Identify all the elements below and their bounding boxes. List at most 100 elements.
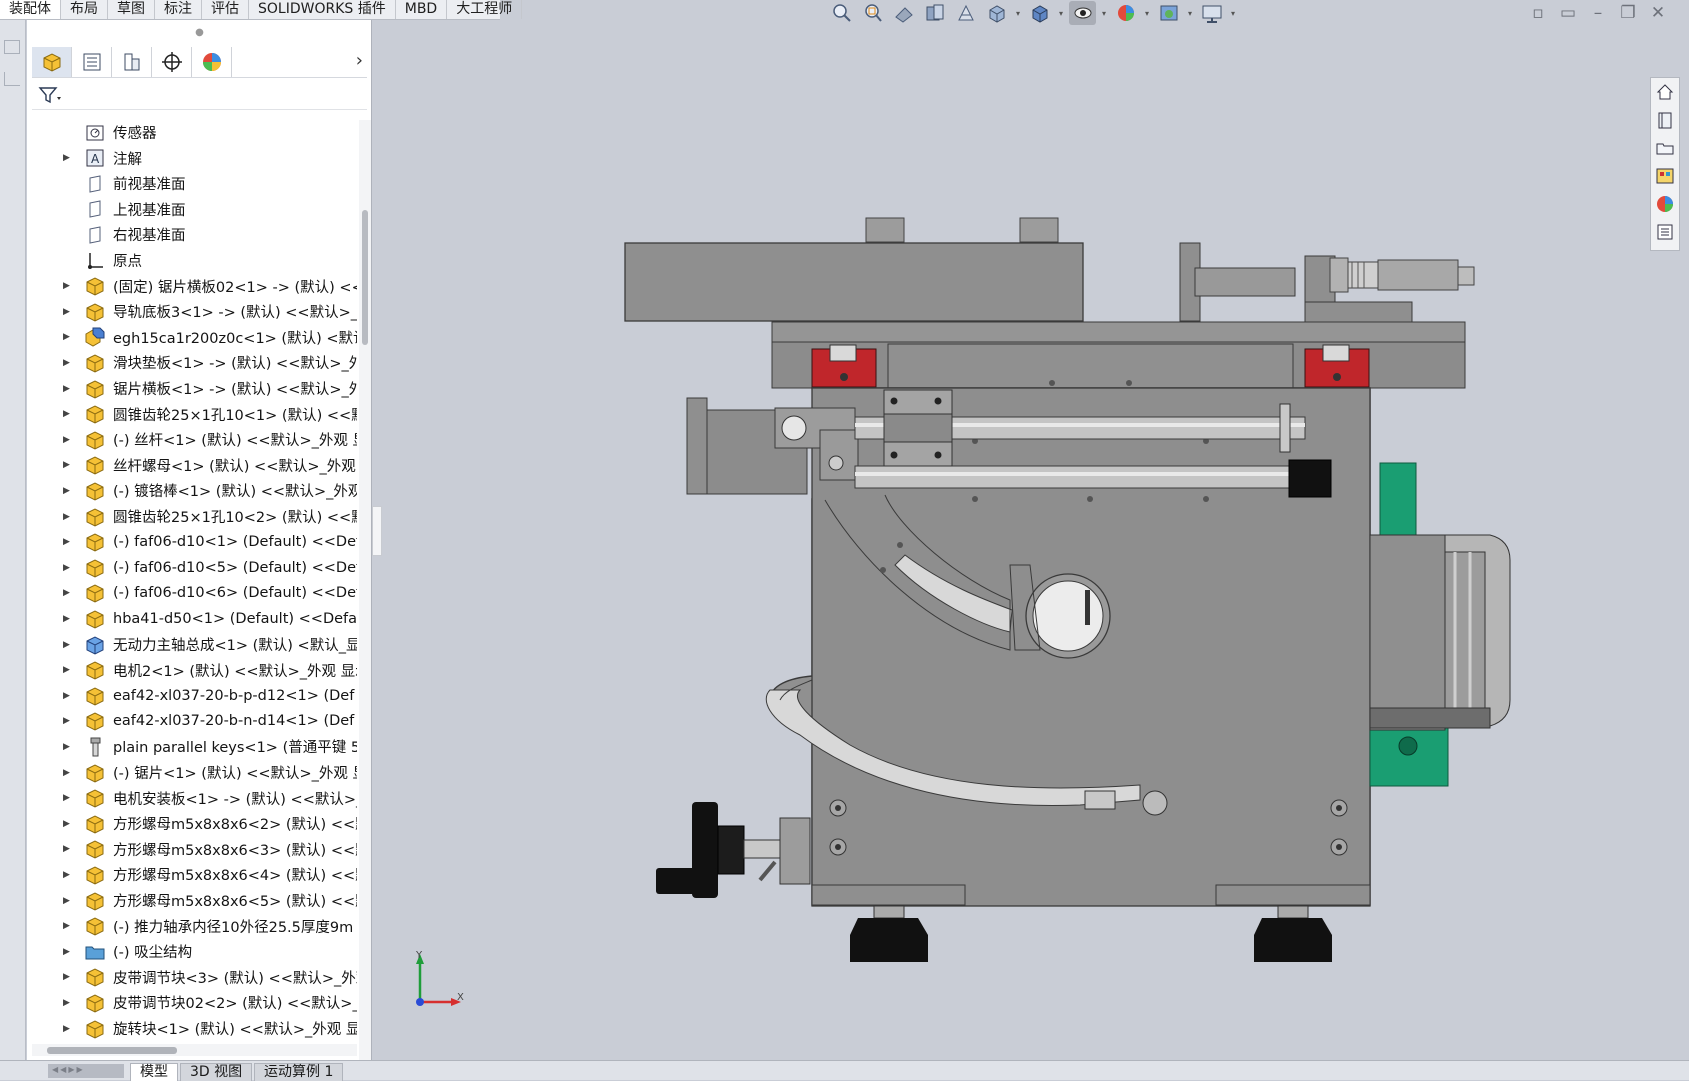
expand-arrow-icon[interactable]: ▶ xyxy=(63,665,73,675)
ribbon-tab[interactable]: 标注 xyxy=(155,0,202,19)
featuremanager-tree-icon[interactable] xyxy=(32,46,72,77)
section-view-icon[interactable] xyxy=(921,1,948,25)
tree-horizontal-scrollbar[interactable] xyxy=(32,1044,357,1056)
pane-collapse-handle[interactable] xyxy=(372,506,382,556)
expand-arrow-icon[interactable]: ▶ xyxy=(63,153,73,163)
tree-item[interactable]: ▶ egh15ca1r200z0c<1> (默认) <默认 xyxy=(27,325,359,350)
expand-arrow-icon[interactable]: ▶ xyxy=(63,537,73,547)
tree-item[interactable]: 右视基准面 xyxy=(27,222,359,247)
chevron-down-icon[interactable]: ▾ xyxy=(1014,1,1022,25)
expand-arrow-icon[interactable]: ▶ xyxy=(63,563,73,573)
expand-arrow-icon[interactable]: ▶ xyxy=(63,768,73,778)
ribbon-tab[interactable]: MBD xyxy=(396,0,448,19)
property-manager-icon[interactable] xyxy=(72,46,112,77)
expand-arrow-icon[interactable]: ▶ xyxy=(63,460,73,470)
tree-item[interactable]: ▶ 方形螺母m5x8x8x6<5> (默认) <<默 xyxy=(27,888,359,913)
bottom-tab[interactable]: 运动算例 1 xyxy=(254,1063,344,1081)
tree-item[interactable]: ▶ (-) faf06-d10<6> (Default) <<Defa xyxy=(27,581,359,606)
bottom-tab[interactable]: 模型 xyxy=(130,1063,178,1081)
tree-item[interactable]: 前视基准面 xyxy=(27,171,359,196)
tree-item[interactable]: 原点 xyxy=(27,248,359,273)
apply-scene-icon[interactable] xyxy=(1155,1,1182,25)
tree-item[interactable]: ▶ 丝杆螺母<1> (默认) <<默认>_外观 显 xyxy=(27,453,359,478)
ribbon-tab[interactable]: 草图 xyxy=(108,0,155,19)
tree-item[interactable]: ▶ 导轨底板3<1> -> (默认) <<默认>_外 xyxy=(27,299,359,324)
close-icon[interactable]: ✕ xyxy=(1644,2,1672,24)
tree-item[interactable]: ▶ 方形螺母m5x8x8x6<4> (默认) <<默 xyxy=(27,862,359,887)
file-explorer-icon[interactable] xyxy=(1651,134,1679,162)
assembly-model[interactable] xyxy=(383,26,1650,1060)
graphics-viewport[interactable] xyxy=(383,26,1650,1060)
tab-scroll-arrows[interactable]: ◀ ◀ ▶ ▶ xyxy=(48,1064,124,1078)
minimize-icon[interactable]: – xyxy=(1584,2,1612,24)
expand-arrow-icon[interactable]: ▶ xyxy=(63,870,73,880)
tree-item[interactable]: ▶ 电机2<1> (默认) <<默认>_外观 显示 xyxy=(27,658,359,683)
tree-item[interactable]: ▶ 方形螺母m5x8x8x6<3> (默认) <<默 xyxy=(27,837,359,862)
tree-item[interactable]: ▶ 皮带调节块02<2> (默认) <<默认>_ xyxy=(27,990,359,1015)
expand-arrow-icon[interactable]: ▶ xyxy=(63,486,73,496)
tree-item[interactable]: ▶ (-) faf06-d10<5> (Default) <<Defa xyxy=(27,555,359,580)
dock-icon[interactable] xyxy=(4,40,20,54)
chevron-down-icon[interactable]: ▾ xyxy=(1100,1,1108,25)
ribbon-tab[interactable]: 装配体 xyxy=(0,0,61,19)
tree-item[interactable]: ▶ 锯片横板<1> -> (默认) <<默认>_外 xyxy=(27,376,359,401)
tree-item[interactable]: ▶ hba41-d50<1> (Default) <<Defau xyxy=(27,606,359,631)
tree-item[interactable]: ▶ (-) 推力轴承内径10外径25.5厚度9m xyxy=(27,914,359,939)
expand-arrow-icon[interactable]: ▶ xyxy=(63,358,73,368)
chevron-down-icon[interactable]: ▾ xyxy=(1229,1,1237,25)
tree-item[interactable]: ▶ 圆锥齿轮25×1孔10<1> (默认) <<默 xyxy=(27,402,359,427)
expand-arrow-icon[interactable]: ▶ xyxy=(63,947,73,957)
chevron-down-icon[interactable]: ▾ xyxy=(1057,1,1065,25)
tree-item[interactable]: ▶ (固定) 锯片横板02<1> -> (默认) << xyxy=(27,274,359,299)
view-settings-icon[interactable] xyxy=(1198,1,1225,25)
expand-arrow-icon[interactable]: ▶ xyxy=(63,409,73,419)
tree-item[interactable]: ▶ 方形螺母m5x8x8x6<2> (默认) <<默 xyxy=(27,811,359,836)
expand-arrow-icon[interactable]: ▶ xyxy=(63,384,73,394)
expand-arrow-icon[interactable]: ▶ xyxy=(63,435,73,445)
tile-icon[interactable]: ▭ xyxy=(1554,2,1582,24)
expand-arrow-icon[interactable]: ▶ xyxy=(63,793,73,803)
ribbon-tab[interactable]: 评估 xyxy=(202,0,249,19)
dimxpert-icon[interactable] xyxy=(152,46,192,77)
expand-arrow-icon[interactable]: ▶ xyxy=(63,640,73,650)
bottom-tab[interactable]: 3D 视图 xyxy=(180,1063,253,1081)
tree-item[interactable]: ▶ 电机安装板<1> -> (默认) <<默认>_ xyxy=(27,786,359,811)
tree-item[interactable]: 传感器 xyxy=(27,120,359,145)
expand-arrow-icon[interactable]: ▶ xyxy=(63,896,73,906)
scroll-thumb[interactable] xyxy=(47,1047,177,1054)
expand-arrow-icon[interactable]: ▶ xyxy=(63,716,73,726)
tree-item[interactable]: ▶ (-) 吸尘结构 xyxy=(27,939,359,964)
tree-item[interactable]: ▶ A 注解 xyxy=(27,146,359,171)
display-style-icon[interactable] xyxy=(1026,1,1053,25)
expand-arrow-icon[interactable]: ▶ xyxy=(63,332,73,342)
tree-item[interactable]: ▶ plain parallel keys<1> (普通平键 5) xyxy=(27,734,359,759)
dock-icon[interactable] xyxy=(4,72,20,86)
tree-item[interactable]: ▶ (-) 镀铬棒<1> (默认) <<默认>_外观 xyxy=(27,478,359,503)
custom-properties-icon[interactable] xyxy=(1651,218,1679,246)
ribbon-tab[interactable]: 布局 xyxy=(61,0,108,19)
appearances-icon[interactable] xyxy=(1651,190,1679,218)
expand-arrow-icon[interactable]: ▶ xyxy=(63,691,73,701)
tree-item[interactable]: ▶ (-) 锯片<1> (默认) <<默认>_外观 显 xyxy=(27,760,359,785)
view-orientation-icon[interactable] xyxy=(983,1,1010,25)
dynamic-annotation-icon[interactable] xyxy=(952,1,979,25)
edit-appearance-icon[interactable] xyxy=(1112,1,1139,25)
expand-arrow-icon[interactable]: ▶ xyxy=(63,998,73,1008)
tree-item[interactable]: ▶ 旋转块<1> (默认) <<默认>_外观 显 xyxy=(27,1016,359,1041)
tree-item[interactable]: ▶ 滑块垫板<1> -> (默认) <<默认>_外 xyxy=(27,350,359,375)
expand-arrow-icon[interactable]: ▶ xyxy=(63,512,73,522)
previous-view-icon[interactable] xyxy=(890,1,917,25)
expand-arrow-icon[interactable]: ▶ xyxy=(63,742,73,752)
expand-arrow-icon[interactable]: ▶ xyxy=(63,614,73,624)
hide-show-items-icon[interactable] xyxy=(1069,1,1096,25)
filter-icon[interactable] xyxy=(38,85,62,105)
scroll-thumb[interactable] xyxy=(362,210,368,345)
expand-arrow-icon[interactable]: ▶ xyxy=(63,1024,73,1034)
zoom-to-fit-icon[interactable] xyxy=(828,1,855,25)
tree-item[interactable]: ▶ (-) 丝杆<1> (默认) <<默认>_外观 显 xyxy=(27,427,359,452)
tree-vertical-scrollbar[interactable] xyxy=(359,120,371,1060)
expand-arrow-icon[interactable]: ▶ xyxy=(63,819,73,829)
expand-arrow-icon[interactable]: ▶ xyxy=(63,307,73,317)
chevron-down-icon[interactable]: ▾ xyxy=(1143,1,1151,25)
zoom-to-area-icon[interactable] xyxy=(859,1,886,25)
